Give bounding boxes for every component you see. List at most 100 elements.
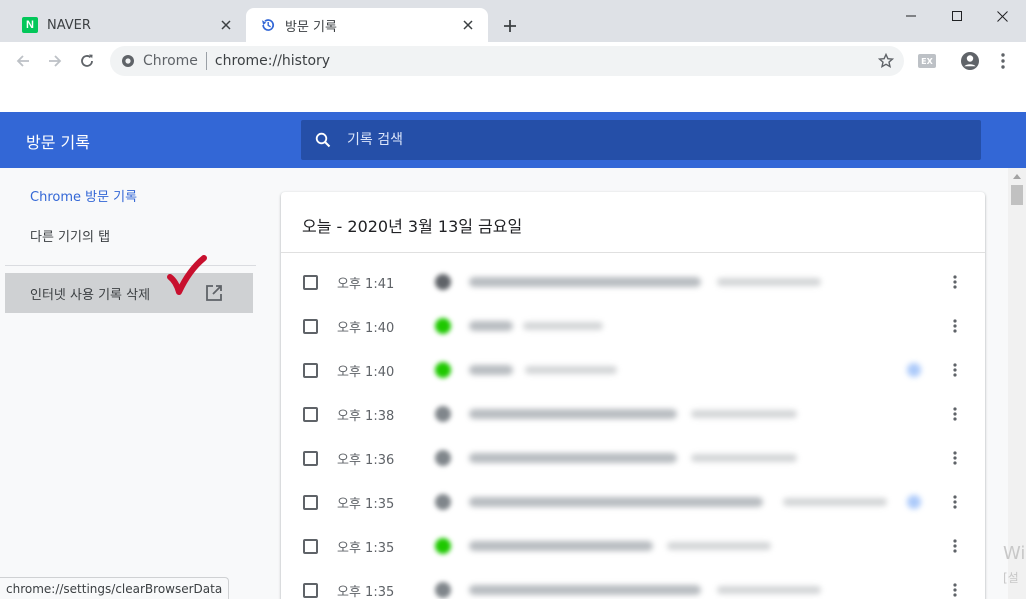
history-entry: 오후 1:35 bbox=[281, 524, 985, 568]
vertical-scrollbar[interactable] bbox=[1008, 168, 1026, 599]
bookmark-star-icon bbox=[907, 495, 921, 509]
search-input[interactable] bbox=[347, 132, 981, 148]
history-card: 오늘 - 2020년 3월 13일 금요일 오후 1:41 오후 1:40 오후… bbox=[281, 192, 985, 599]
tab-strip: N NAVER 방문 기록 bbox=[0, 0, 1026, 42]
search-icon bbox=[313, 130, 333, 150]
entry-title[interactable] bbox=[469, 365, 513, 375]
entry-domain bbox=[717, 278, 821, 286]
windows-activation-watermark: Wi bbox=[1003, 543, 1026, 564]
back-button[interactable] bbox=[9, 47, 37, 75]
profile-button[interactable] bbox=[956, 47, 984, 75]
open-in-new-icon bbox=[206, 285, 222, 301]
arrow-left-icon bbox=[16, 55, 29, 67]
sidebar-item-label: 인터넷 사용 기록 삭제 bbox=[30, 287, 151, 303]
tab-title: NAVER bbox=[47, 17, 91, 33]
window-close-button[interactable] bbox=[979, 4, 1025, 28]
history-entry: 오후 1:40 bbox=[281, 348, 985, 392]
entry-domain bbox=[525, 366, 617, 374]
history-entry: 오후 1:35 bbox=[281, 480, 985, 524]
close-icon[interactable] bbox=[460, 17, 476, 33]
entry-title[interactable] bbox=[469, 497, 763, 507]
favicon-icon bbox=[435, 538, 451, 554]
search-box[interactable] bbox=[301, 120, 981, 160]
more-vert-icon[interactable] bbox=[945, 448, 965, 468]
menu-button[interactable] bbox=[989, 47, 1017, 75]
page-title: 방문 기록 bbox=[26, 133, 90, 152]
more-vert-icon[interactable] bbox=[945, 492, 965, 512]
scroll-up-arrow-icon[interactable] bbox=[1008, 168, 1026, 184]
favicon-icon bbox=[435, 318, 451, 334]
history-entry: 오후 1:38 bbox=[281, 392, 985, 436]
entry-time: 오후 1:35 bbox=[337, 541, 395, 556]
entry-time: 오후 1:40 bbox=[337, 321, 395, 336]
forward-button[interactable] bbox=[41, 47, 69, 75]
entry-time: 오후 1:35 bbox=[337, 585, 395, 599]
entry-title[interactable] bbox=[469, 541, 653, 551]
history-icon bbox=[260, 17, 276, 33]
omnibox-url[interactable]: chrome://history bbox=[215, 53, 874, 69]
sidebar-item-other-devices[interactable]: 다른 기기의 탭 bbox=[5, 215, 253, 255]
chrome-icon bbox=[120, 53, 136, 69]
entry-title[interactable] bbox=[469, 277, 701, 287]
close-icon[interactable] bbox=[218, 17, 234, 33]
entry-checkbox[interactable] bbox=[303, 407, 318, 422]
extension-button[interactable]: EX bbox=[913, 47, 941, 75]
entry-title[interactable] bbox=[469, 321, 513, 331]
new-tab-button[interactable] bbox=[498, 14, 522, 38]
omnibox[interactable]: Chrome chrome://history bbox=[110, 46, 904, 76]
entry-checkbox[interactable] bbox=[303, 363, 318, 378]
account-circle-icon bbox=[961, 52, 979, 70]
sidebar-item-clear-browsing-data[interactable]: 인터넷 사용 기록 삭제 bbox=[5, 273, 253, 313]
omnibox-separator bbox=[205, 52, 207, 70]
maximize-button[interactable] bbox=[934, 4, 980, 28]
favicon-icon bbox=[435, 450, 451, 466]
history-entry: 오후 1:35 bbox=[281, 568, 985, 599]
entry-domain bbox=[523, 322, 603, 330]
minimize-button[interactable] bbox=[888, 4, 934, 28]
entry-checkbox[interactable] bbox=[303, 583, 318, 598]
entry-domain bbox=[783, 498, 887, 506]
checkmark-annotation-icon bbox=[167, 255, 207, 295]
entry-checkbox[interactable] bbox=[303, 451, 318, 466]
toolbar: Chrome chrome://history EX bbox=[0, 42, 1026, 80]
entry-title[interactable] bbox=[469, 585, 701, 595]
entry-title[interactable] bbox=[469, 453, 677, 463]
favicon-icon bbox=[435, 362, 451, 378]
more-vert-icon[interactable] bbox=[945, 272, 965, 292]
more-vert-icon[interactable] bbox=[945, 536, 965, 556]
reload-button[interactable] bbox=[73, 47, 101, 75]
more-vert-icon[interactable] bbox=[945, 580, 965, 599]
entry-checkbox[interactable] bbox=[303, 495, 318, 510]
tab-title: 방문 기록 bbox=[285, 19, 337, 35]
tab-naver[interactable]: N NAVER bbox=[8, 8, 246, 42]
entry-checkbox[interactable] bbox=[303, 275, 318, 290]
history-entry: 오후 1:41 bbox=[281, 260, 985, 304]
date-heading: 오늘 - 2020년 3월 13일 금요일 bbox=[302, 217, 523, 236]
sidebar-item-chrome-history[interactable]: Chrome 방문 기록 bbox=[5, 175, 253, 215]
sidebar-item-label: Chrome 방문 기록 bbox=[30, 189, 138, 205]
entry-time: 오후 1:41 bbox=[337, 277, 395, 292]
more-vert-icon bbox=[1001, 53, 1005, 69]
more-vert-icon[interactable] bbox=[945, 360, 965, 380]
arrow-right-icon bbox=[49, 55, 62, 67]
card-divider bbox=[281, 252, 985, 253]
scroll-thumb[interactable] bbox=[1011, 185, 1023, 205]
history-header: 방문 기록 bbox=[0, 112, 1026, 168]
history-entry: 오후 1:40 bbox=[281, 304, 985, 348]
tab-history[interactable]: 방문 기록 bbox=[246, 8, 488, 42]
more-vert-icon[interactable] bbox=[945, 404, 965, 424]
sidebar-divider bbox=[5, 265, 256, 266]
favicon-icon bbox=[435, 274, 451, 290]
bookmark-star-icon[interactable] bbox=[874, 49, 898, 73]
entry-domain bbox=[667, 542, 771, 550]
entry-checkbox[interactable] bbox=[303, 539, 318, 554]
more-vert-icon[interactable] bbox=[945, 316, 965, 336]
extension-icon: EX bbox=[918, 54, 936, 68]
bookmark-star-icon bbox=[907, 363, 921, 377]
entry-checkbox[interactable] bbox=[303, 319, 318, 334]
entry-domain bbox=[717, 586, 821, 594]
entry-title[interactable] bbox=[469, 409, 677, 419]
status-bubble: chrome://settings/clearBrowserData bbox=[0, 577, 230, 599]
reload-icon bbox=[81, 54, 93, 67]
favicon-icon bbox=[435, 406, 451, 422]
